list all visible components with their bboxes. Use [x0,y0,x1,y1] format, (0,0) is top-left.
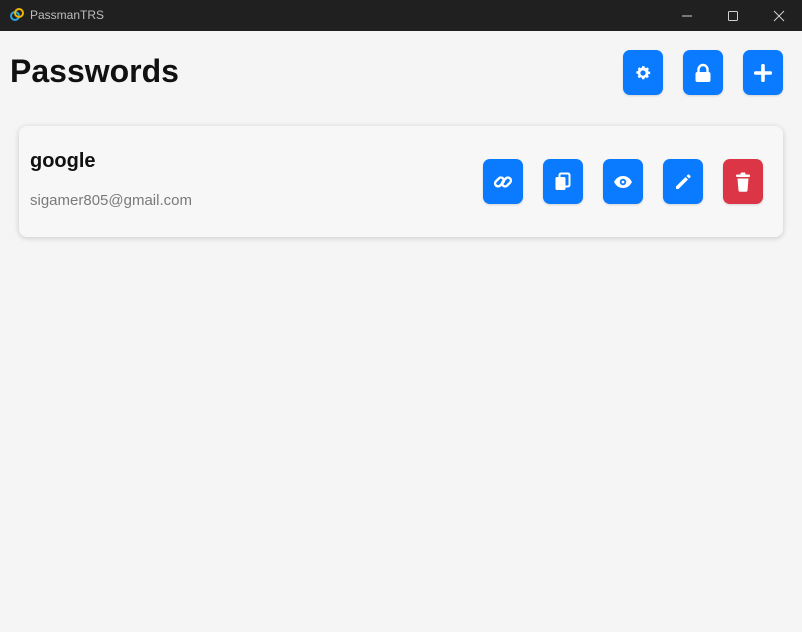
eye-icon [613,175,633,189]
plus-icon [753,63,773,83]
minimize-icon [681,10,693,22]
app-window: PassmanTRS Passwords google sigamer805@g… [0,0,802,632]
password-entry-card: google sigamer805@gmail.com [19,126,783,237]
main-content: Passwords google sigamer805@gmail.com [0,31,802,632]
delete-entry-button[interactable] [723,159,763,204]
page-title: Passwords [10,53,179,89]
lock-icon [694,63,712,83]
window-title: PassmanTRS [30,8,105,22]
show-password-button[interactable] [603,159,643,204]
open-link-button[interactable] [483,159,523,204]
pencil-icon [674,173,692,191]
lock-button[interactable] [683,50,723,95]
close-button[interactable] [756,0,802,31]
entry-name: google [30,150,96,172]
add-button[interactable] [743,50,783,95]
copy-icon [554,172,572,192]
close-icon [773,10,785,22]
copy-password-button[interactable] [543,159,583,204]
gear-icon [634,64,652,82]
minimize-button[interactable] [664,0,710,31]
settings-button[interactable] [623,50,663,95]
app-logo-icon [9,7,25,23]
link-icon [493,172,513,192]
edit-entry-button[interactable] [663,159,703,204]
maximize-icon [727,10,739,22]
title-bar[interactable]: PassmanTRS [0,0,802,31]
trash-icon [735,172,751,192]
entry-username: sigamer805@gmail.com [30,192,192,209]
maximize-button[interactable] [710,0,756,31]
